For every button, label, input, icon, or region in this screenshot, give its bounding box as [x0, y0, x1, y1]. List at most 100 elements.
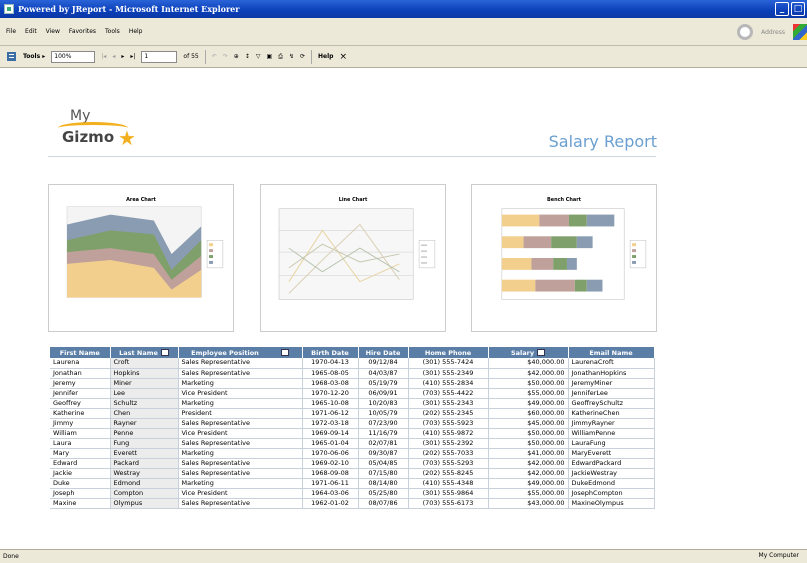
status-text: Done: [3, 553, 19, 560]
print-icon[interactable]: ⎙: [278, 53, 283, 61]
zone-label: My Computer: [758, 552, 799, 559]
table-cell: JonathanHopkins: [568, 368, 655, 379]
tools-menu[interactable]: Tools ▸: [23, 53, 45, 60]
area-chart-legend: [206, 239, 224, 269]
table-cell: 1962-01-02: [302, 498, 359, 509]
export-icon[interactable]: ↯: [289, 53, 294, 60]
table-cell: $41,000.00: [488, 448, 569, 459]
table-cell: 1971-06-12: [302, 408, 359, 419]
address-label: Address: [761, 28, 785, 36]
table-cell: Chen: [110, 408, 179, 419]
table-cell: 1970-04-13: [302, 358, 359, 369]
table-cell: (410) 555-2834: [408, 378, 489, 389]
sort-icon[interactable]: ↕: [245, 53, 250, 60]
table-cell: (703) 555-4422: [408, 388, 489, 399]
redo-icon[interactable]: ↷: [223, 53, 228, 60]
menu-favorites[interactable]: Favorites: [69, 28, 96, 35]
undo-icon[interactable]: ↶: [212, 53, 217, 60]
bench-chart[interactable]: Bench Chart: [471, 184, 657, 332]
table-cell: $45,000.00: [488, 418, 569, 429]
table-row: Jeremy Miner Marketing 1968-03-08 05/19/79 (4…: [50, 378, 655, 389]
table-row: William Penne Vice President 1969-09-14 11/1…: [50, 428, 655, 439]
table-cell: (301) 555-9864: [408, 488, 489, 499]
report-icon[interactable]: [6, 51, 17, 62]
area-chart-title: Area Chart: [126, 197, 156, 203]
table-cell: Jennifer: [50, 388, 111, 399]
table-cell: 07/15/80: [358, 468, 409, 479]
prev-page-button[interactable]: ◂: [112, 53, 115, 60]
table-cell: Marketing: [178, 378, 303, 389]
table-cell: $55,000.00: [488, 388, 569, 399]
back-button[interactable]: [737, 24, 754, 40]
save-icon[interactable]: ▣: [266, 53, 272, 60]
first-page-button[interactable]: |◂: [101, 53, 106, 60]
table-cell: 1971-06-11: [302, 478, 359, 489]
table-cell: LaurenaCroft: [568, 358, 655, 369]
col-header-salary[interactable]: Salary: [488, 347, 569, 358]
filter-icon[interactable]: ▽: [256, 53, 261, 60]
col-header-email[interactable]: Email Name: [568, 347, 655, 358]
title-divider: [48, 156, 656, 157]
table-cell: Marketing: [178, 478, 303, 489]
table-body: Laurena Croft Sales Representative 1970-04-…: [50, 358, 655, 509]
col-header-birth-date[interactable]: Birth Date: [302, 347, 359, 358]
table-cell: 1965-08-05: [302, 368, 359, 379]
page-number-input[interactable]: 1: [141, 50, 178, 63]
table-cell: (301) 555-2343: [408, 398, 489, 409]
filter-icon[interactable]: [537, 349, 546, 356]
col-header-home-phone[interactable]: Home Phone: [408, 347, 489, 358]
table-cell: Jimmy: [50, 418, 111, 429]
table-cell: (202) 555-7033: [408, 448, 489, 459]
table-cell: (703) 555-6173: [408, 498, 489, 509]
toolbar-separator: [204, 49, 206, 64]
status-bar: Done My Computer: [0, 549, 807, 563]
last-page-button[interactable]: ▸|: [130, 53, 135, 60]
zoom-select[interactable]: 100%: [51, 50, 96, 63]
menu-file[interactable]: File: [6, 28, 16, 35]
table-cell: $40,000.00: [488, 358, 569, 369]
table-cell: 10/20/83: [358, 398, 409, 409]
filter-icon[interactable]: [160, 349, 169, 356]
refresh-icon[interactable]: ⟳: [300, 53, 305, 60]
table-cell: 06/09/91: [358, 388, 409, 399]
windows-logo-icon: [793, 24, 807, 40]
next-page-button[interactable]: ▸: [121, 53, 124, 60]
filter-icon[interactable]: [280, 349, 289, 356]
table-cell: Mary: [50, 448, 111, 459]
mygizmo-logo: My Gizmo ★: [58, 108, 148, 158]
table-row: Jackie Westray Sales Representative 1968-09…: [50, 468, 655, 479]
line-chart-legend: [418, 239, 436, 269]
minimize-button[interactable]: _: [775, 2, 789, 16]
menu-edit[interactable]: Edit: [25, 28, 37, 35]
area-chart-plot: [66, 206, 202, 298]
menu-view[interactable]: View: [46, 28, 60, 35]
table-cell: Marketing: [178, 398, 303, 409]
line-chart[interactable]: Line Chart: [260, 184, 446, 332]
table-cell: (202) 555-8245: [408, 468, 489, 479]
table-cell: Sales Representative: [178, 358, 303, 369]
col-header-hire-date[interactable]: Hire Date: [358, 347, 409, 358]
table-cell: Laura: [50, 438, 111, 449]
col-header-position[interactable]: Employee Position: [178, 347, 303, 358]
menu-help[interactable]: Help: [129, 28, 143, 35]
table-cell: Marketing: [178, 448, 303, 459]
logo-gizmo-text: Gizmo: [62, 128, 115, 146]
col-header-first-name[interactable]: First Name: [50, 347, 111, 358]
maximize-button[interactable]: □: [791, 2, 805, 16]
page-total: of 55: [183, 53, 199, 60]
col-header-last-name[interactable]: Last Name: [110, 347, 179, 358]
menu-tools[interactable]: Tools: [105, 28, 120, 35]
table-cell: (410) 555-9872: [408, 428, 489, 439]
table-cell: (703) 555-5923: [408, 418, 489, 429]
report-canvas: My Gizmo ★ Salary Report Area Chart Line…: [0, 68, 807, 549]
report-toolbar: Tools ▸ 100% |◂ ◂ ▸ ▸| 1 of 55 ↶ ↷ ⊕ ↕ ▽…: [0, 46, 807, 68]
find-icon[interactable]: ⊕: [234, 53, 239, 60]
menu-bar: File Edit View Favorites Tools Help Addr…: [0, 18, 807, 46]
area-chart[interactable]: Area Chart: [48, 184, 234, 332]
table-cell: (202) 555-2345: [408, 408, 489, 419]
bench-chart-plot: [501, 208, 625, 300]
help-button[interactable]: Help: [318, 53, 333, 60]
table-cell: Penne: [110, 428, 179, 439]
table-cell: 1968-03-08: [302, 378, 359, 389]
close-report-button[interactable]: ×: [339, 52, 347, 62]
